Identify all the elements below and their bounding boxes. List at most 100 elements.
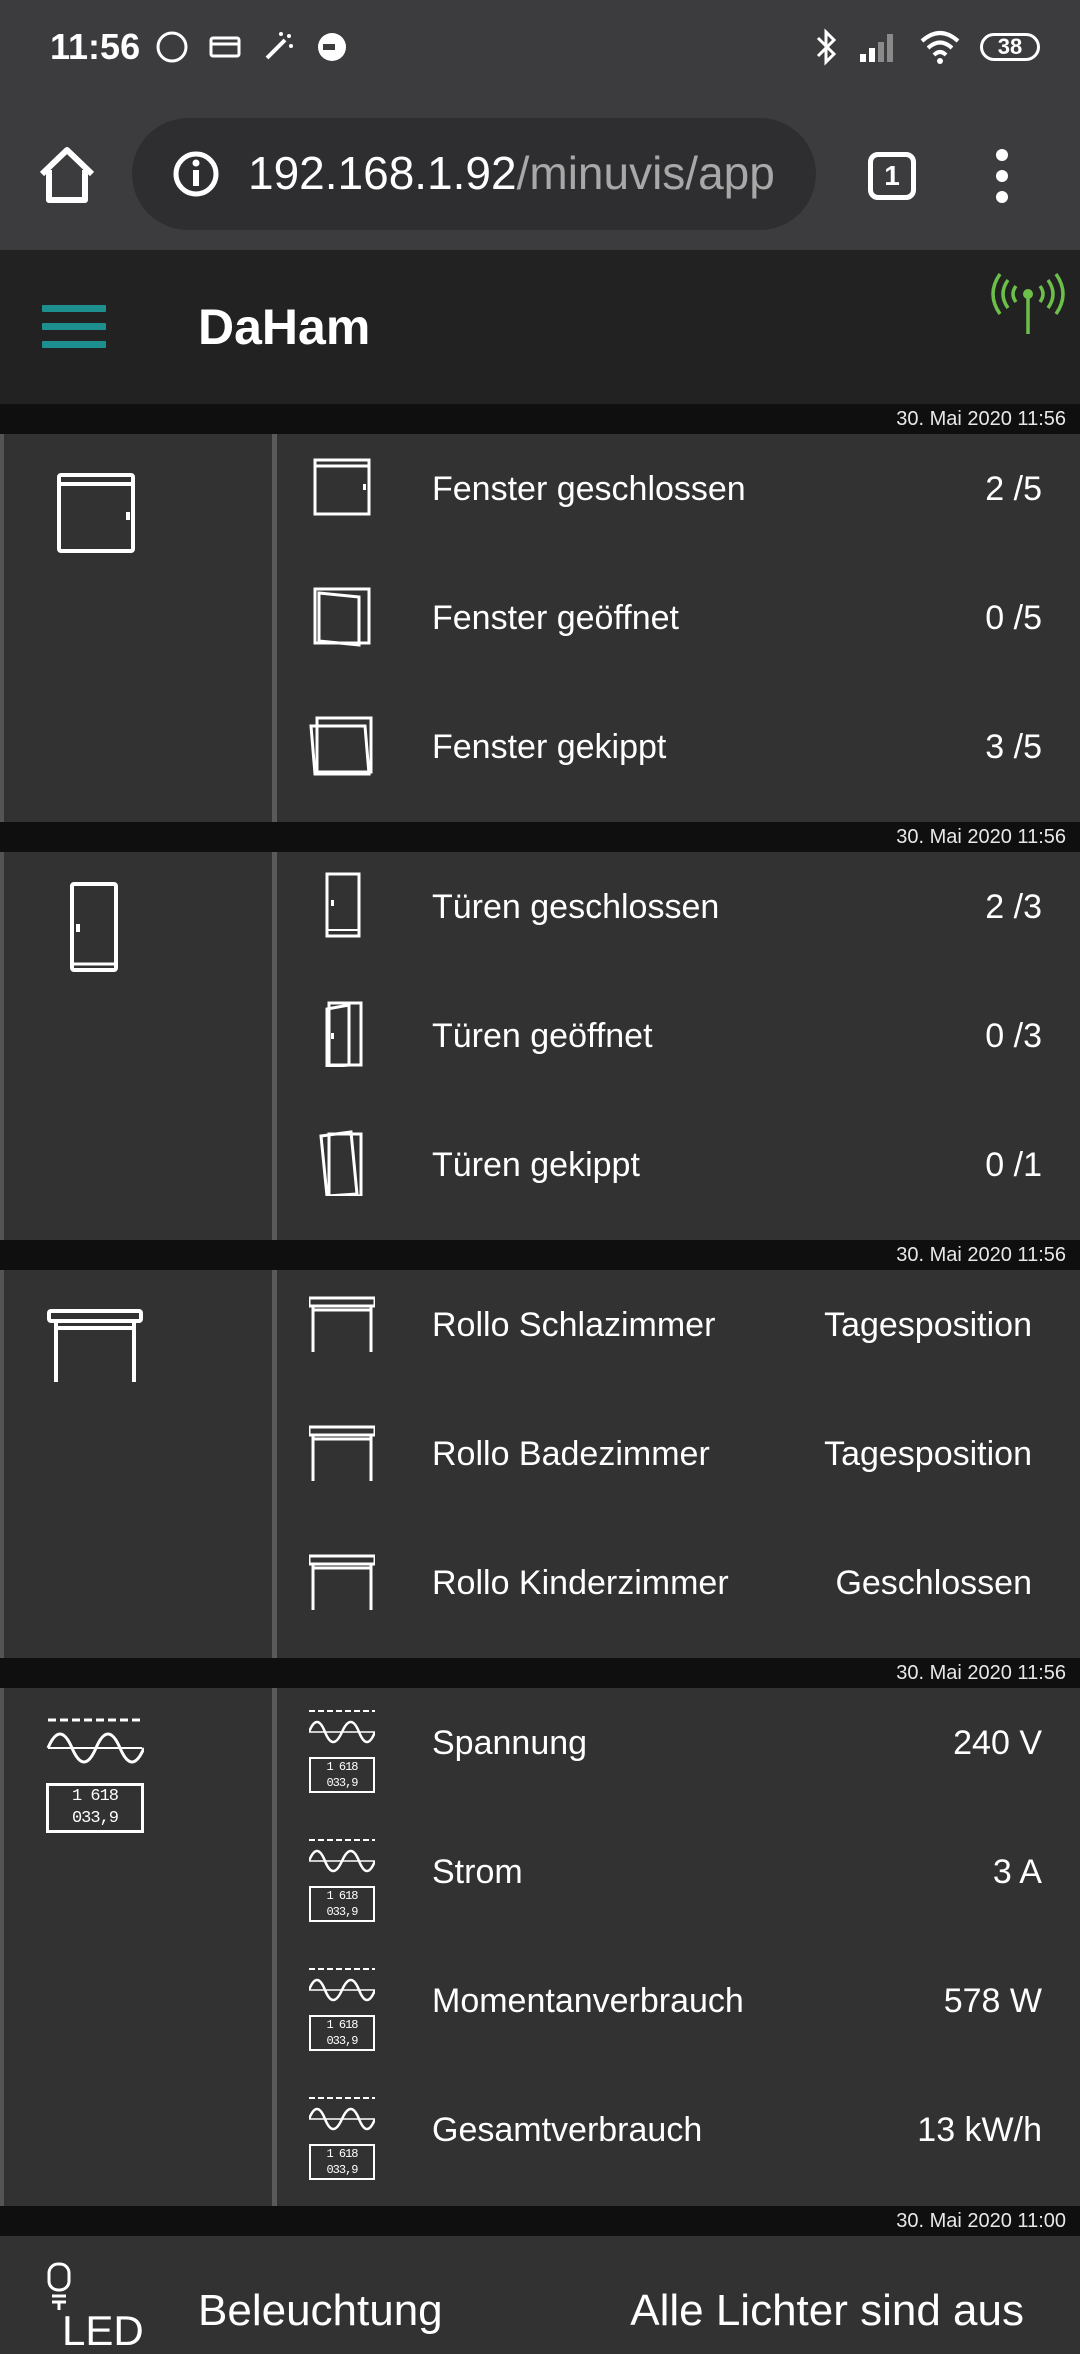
energy-meter-icon: 1 618 033,9 <box>307 2095 377 2180</box>
status-bar: 11:56 38 <box>0 0 1080 100</box>
list-item[interactable]: Rollo Kinderzimmer Geschlossen <box>277 1528 1080 1657</box>
row-value: 2 /3 <box>985 888 1042 926</box>
door-closed-icon <box>325 872 361 938</box>
list-item[interactable]: Fenster geöffnet 0 /5 <box>277 563 1080 692</box>
row-label: Türen geschlossen <box>432 888 720 926</box>
list-item[interactable]: Türen gekippt 0 /1 <box>277 1110 1080 1239</box>
led-label: LED <box>62 2307 144 2354</box>
connection-signal-icon <box>991 272 1065 334</box>
door-tilted-icon <box>319 1130 363 1196</box>
row-label: Türen gekippt <box>432 1146 640 1184</box>
row-value: 0 /3 <box>985 1017 1042 1055</box>
list-item[interactable]: Fenster geschlossen 2 /5 <box>277 434 1080 563</box>
menu-icon[interactable] <box>42 305 106 351</box>
meter-digits: 1 618 033,9 <box>309 1886 375 1922</box>
list-item[interactable]: 1 618 033,9 Strom 3 A <box>277 1817 1080 1946</box>
row-value: 3 A <box>992 1853 1042 1891</box>
meter-digits: 1 618 033,9 <box>46 1783 144 1833</box>
magic-wand-icon <box>265 32 293 60</box>
row-label: Fenster geöffnet <box>432 599 679 637</box>
row-value: 13 kW/h <box>917 2111 1042 2149</box>
url-text: 192.168.1.92/minuvis/app <box>248 146 775 200</box>
row-label: Strom <box>432 1853 523 1891</box>
list-item[interactable]: 1 618 033,9 Momentanverbrauch 578 W <box>277 1946 1080 2075</box>
shutters-section: 30. Mai 2020 11:56 Rollo Schlazimmer Tag… <box>0 1240 1080 1658</box>
card-icon <box>209 36 241 58</box>
moon-icon <box>318 33 346 61</box>
row-value: Geschlossen <box>835 1564 1032 1602</box>
row-label: Rollo Badezimmer <box>432 1435 710 1473</box>
home-icon[interactable] <box>36 144 98 206</box>
window-icon <box>57 473 135 553</box>
door-icon <box>70 882 118 972</box>
list-item[interactable]: Türen geöffnet 0 /3 <box>277 981 1080 1110</box>
list-item[interactable]: 1 618 033,9 Gesamtverbrauch 13 kW/h <box>277 2075 1080 2204</box>
energy-meter-icon: 1 618 033,9 <box>46 1716 146 1833</box>
lighting-row[interactable]: LED Beleuchtung Alle Lichter sind aus <box>0 2236 1080 2352</box>
row-label: Türen geöffnet <box>432 1017 653 1055</box>
row-label: Spannung <box>432 1724 588 1762</box>
lighting-section: 30. Mai 2020 11:00 <box>0 2206 1080 2236</box>
list-item[interactable]: Rollo Badezimmer Tagesposition <box>277 1399 1080 1528</box>
list-item[interactable]: Türen geschlossen 2 /3 <box>277 852 1080 981</box>
energy-meter-icon: 1 618 033,9 <box>307 1966 377 2051</box>
door-open-icon <box>325 1001 363 1067</box>
row-label: Beleuchtung <box>198 2286 443 2335</box>
row-value: Tagesposition <box>824 1306 1032 1344</box>
row-value: 3 /5 <box>985 728 1042 766</box>
row-label: Momentanverbrauch <box>432 1982 744 2020</box>
row-value: Tagesposition <box>824 1435 1032 1473</box>
status-time: 11:56 <box>50 26 141 67</box>
row-label: Fenster geschlossen <box>432 470 746 508</box>
window-tilted-icon <box>309 716 373 776</box>
list-item[interactable]: Rollo Schlazimmer Tagesposition <box>277 1270 1080 1399</box>
shutter-icon <box>309 1425 375 1481</box>
url-path: /minuvis/app <box>516 147 775 199</box>
section-timestamp: 30. Mai 2020 11:56 <box>0 404 1080 434</box>
row-label: Rollo Schlazimmer <box>432 1306 716 1344</box>
address-bar[interactable]: 192.168.1.92/minuvis/app <box>132 118 816 230</box>
energy-meter-icon: 1 618 033,9 <box>307 1837 377 1922</box>
shutter-icon <box>309 1296 375 1352</box>
window-open-icon <box>313 587 371 647</box>
section-timestamp: 30. Mai 2020 11:56 <box>0 822 1080 852</box>
cell-signal-icon <box>860 34 893 62</box>
row-value: 578 W <box>943 1982 1042 2020</box>
row-label: Rollo Kinderzimmer <box>432 1564 729 1602</box>
row-label: Fenster gekippt <box>432 728 667 766</box>
page-title: DaHam <box>198 299 371 355</box>
notification-icons <box>155 30 349 64</box>
row-value: 0 /5 <box>985 599 1042 637</box>
meter-digits: 1 618 033,9 <box>309 2015 375 2051</box>
list-item[interactable]: Fenster gekippt 3 /5 <box>277 692 1080 821</box>
shutter-icon <box>47 1309 143 1382</box>
section-timestamp: 30. Mai 2020 11:00 <box>0 2206 1080 2236</box>
section-timestamp: 30. Mai 2020 11:56 <box>0 1240 1080 1270</box>
list-item[interactable]: 1 618 033,9 Spannung 240 V <box>277 1688 1080 1817</box>
more-options-icon[interactable] <box>990 148 1014 204</box>
doors-section: 30. Mai 2020 11:56 Türen geschlossen 2 /… <box>0 822 1080 1240</box>
url-host: 192.168.1.92 <box>248 147 517 199</box>
row-value: 240 V <box>953 1724 1042 1762</box>
windows-section: 30. Mai 2020 11:56 Fenster geschlossen 2… <box>0 404 1080 822</box>
app-header: DaHam <box>0 250 1080 404</box>
info-icon[interactable] <box>172 150 220 198</box>
row-value: 0 /1 <box>985 1146 1042 1184</box>
system-icons: 38 <box>814 28 1040 66</box>
wifi-icon <box>920 31 960 64</box>
row-value: Alle Lichter sind aus <box>630 2286 1024 2335</box>
tab-switcher-button[interactable]: 1 <box>868 152 916 200</box>
window-closed-icon <box>313 458 371 516</box>
meter-digits: 1 618 033,9 <box>309 2144 375 2180</box>
row-label: Gesamtverbrauch <box>432 2111 703 2149</box>
energy-meter-icon: 1 618 033,9 <box>307 1708 377 1793</box>
circle-icon <box>156 31 188 63</box>
shutter-icon <box>309 1554 375 1610</box>
energy-section: 30. Mai 2020 11:56 1 618 033,9 1 618 033… <box>0 1658 1080 2206</box>
battery-indicator: 38 <box>980 33 1040 61</box>
section-timestamp: 30. Mai 2020 11:56 <box>0 1658 1080 1688</box>
browser-toolbar: 192.168.1.92/minuvis/app 1 <box>0 100 1080 250</box>
meter-digits: 1 618 033,9 <box>309 1757 375 1793</box>
row-value: 2 /5 <box>985 470 1042 508</box>
led-bulb-icon: LED <box>40 2262 144 2352</box>
